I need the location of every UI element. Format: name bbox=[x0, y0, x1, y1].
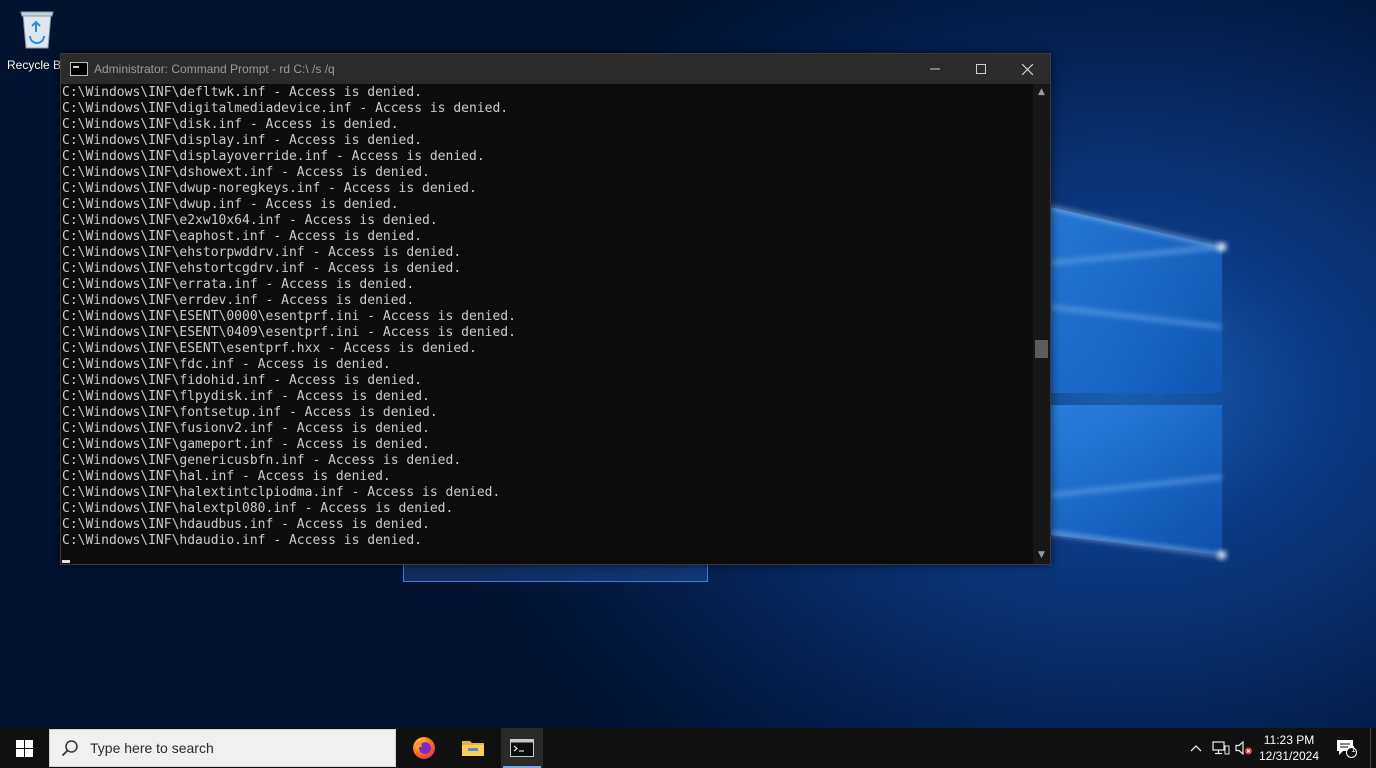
console-line: C:\Windows\INF\hdaudio.inf - Access is d… bbox=[62, 533, 423, 548]
maximize-button[interactable] bbox=[958, 54, 1004, 84]
scroll-down-button[interactable]: ▼ bbox=[1033, 547, 1050, 564]
console-line: C:\Windows\INF\defltwk.inf - Access is d… bbox=[62, 85, 423, 100]
console-line: C:\Windows\INF\dwup-noregkeys.inf - Acce… bbox=[62, 181, 477, 196]
desktop[interactable]: Recycle Bin Administrator: Command Promp… bbox=[0, 0, 1376, 768]
taskbar-clock[interactable]: 11:23 PM 12/31/2024 bbox=[1252, 728, 1326, 768]
console-line: C:\Windows\INF\fontsetup.inf - Access is… bbox=[62, 405, 438, 420]
console-line: C:\Windows\INF\digitalmediadevice.inf - … bbox=[62, 101, 509, 116]
console-line: C:\Windows\INF\displayoverride.inf - Acc… bbox=[62, 149, 485, 164]
taskbar-firefox-button[interactable] bbox=[403, 728, 445, 768]
chevron-up-icon bbox=[1190, 745, 1202, 752]
console-line: C:\Windows\INF\ESENT\0409\esentprf.ini -… bbox=[62, 325, 516, 340]
volume-muted-icon bbox=[1235, 740, 1252, 756]
search-input[interactable] bbox=[88, 739, 372, 757]
console-line: C:\Windows\INF\ESENT\esentprf.hxx - Acce… bbox=[62, 341, 477, 356]
action-center-button[interactable]: 1 bbox=[1330, 728, 1362, 768]
network-tray-button[interactable] bbox=[1210, 728, 1232, 768]
console-line: C:\Windows\INF\halextpl080.inf - Access … bbox=[62, 501, 454, 516]
windows-logo-wallpaper-icon bbox=[1049, 206, 1226, 559]
window-title: Administrator: Command Prompt - rd C:\ /… bbox=[94, 62, 335, 76]
console-line: C:\Windows\INF\fdc.inf - Access is denie… bbox=[62, 357, 391, 372]
windows-start-icon bbox=[15, 739, 33, 757]
close-button[interactable] bbox=[1004, 54, 1050, 84]
scroll-up-button[interactable]: ▲ bbox=[1033, 84, 1050, 101]
volume-tray-button[interactable] bbox=[1234, 728, 1254, 768]
network-icon bbox=[1212, 741, 1230, 755]
command-prompt-window[interactable]: Administrator: Command Prompt - rd C:\ /… bbox=[60, 53, 1051, 565]
clock-time: 11:23 PM bbox=[1263, 733, 1315, 747]
console-line: C:\Windows\INF\errdev.inf - Access is de… bbox=[62, 293, 415, 308]
console-line: C:\Windows\INF\genericusbfn.inf - Access… bbox=[62, 453, 462, 468]
minimize-button[interactable] bbox=[912, 54, 958, 84]
maximize-icon bbox=[976, 64, 986, 74]
console-line: C:\Windows\INF\eaphost.inf - Access is d… bbox=[62, 229, 423, 244]
console-line: C:\Windows\INF\errata.inf - Access is de… bbox=[62, 277, 415, 292]
console-line: C:\Windows\INF\e2xw10x64.inf - Access is… bbox=[62, 213, 438, 228]
console-line: C:\Windows\INF\display.inf - Access is d… bbox=[62, 133, 423, 148]
search-icon bbox=[61, 740, 78, 757]
show-desktop-button[interactable] bbox=[1370, 728, 1376, 768]
console-line: C:\Windows\INF\ESENT\0000\esentprf.ini -… bbox=[62, 309, 516, 324]
command-prompt-icon bbox=[510, 739, 534, 757]
console-line: C:\Windows\INF\flpydisk.inf - Access is … bbox=[62, 389, 430, 404]
console-line: C:\Windows\INF\dwup.inf - Access is deni… bbox=[62, 197, 399, 212]
window-titlebar[interactable]: Administrator: Command Prompt - rd C:\ /… bbox=[61, 54, 1050, 84]
recycle-bin-icon bbox=[20, 11, 54, 49]
taskbar-search-box[interactable] bbox=[49, 729, 396, 767]
console-line: C:\Windows\INF\halextintclpiodma.inf - A… bbox=[62, 485, 501, 500]
console-line: C:\Windows\INF\ehstorpwddrv.inf - Access… bbox=[62, 245, 462, 260]
text-cursor bbox=[62, 560, 70, 563]
close-icon bbox=[1021, 63, 1033, 75]
scroll-thumb[interactable] bbox=[1035, 340, 1048, 358]
console-output[interactable]: C:\Windows\INF\defltwk.inf - Access is d… bbox=[61, 84, 1033, 564]
console-line: C:\Windows\INF\disk.inf - Access is deni… bbox=[62, 117, 399, 132]
file-explorer-icon bbox=[462, 741, 484, 756]
clock-date: 12/31/2024 bbox=[1258, 749, 1320, 763]
console-lines: C:\Windows\INF\defltwk.inf - Access is d… bbox=[61, 84, 1033, 549]
console-line: C:\Windows\INF\fidohid.inf - Access is d… bbox=[62, 373, 423, 388]
minimize-icon bbox=[930, 68, 940, 70]
start-button[interactable] bbox=[0, 728, 48, 768]
taskbar-file-explorer-button[interactable] bbox=[452, 728, 494, 768]
firefox-icon bbox=[413, 737, 435, 759]
console-line: C:\Windows\INF\fusionv2.inf - Access is … bbox=[62, 421, 430, 436]
taskbar: 11:23 PM 12/31/2024 1 bbox=[0, 728, 1376, 768]
console-line: C:\Windows\INF\hal.inf - Access is denie… bbox=[62, 469, 391, 484]
console-line: C:\Windows\INF\dshowext.inf - Access is … bbox=[62, 165, 430, 180]
command-prompt-icon bbox=[70, 62, 88, 76]
show-hidden-icons-button[interactable] bbox=[1187, 728, 1205, 768]
console-line: C:\Windows\INF\gameport.inf - Access is … bbox=[62, 437, 430, 452]
vertical-scrollbar[interactable]: ▲ ▼ bbox=[1033, 84, 1050, 564]
console-line: C:\Windows\INF\ehstortcgdrv.inf - Access… bbox=[62, 261, 462, 276]
notification-count: 1 bbox=[1351, 745, 1356, 754]
taskbar-command-prompt-button[interactable] bbox=[501, 728, 543, 768]
console-line: C:\Windows\INF\hdaudbus.inf - Access is … bbox=[62, 517, 430, 532]
